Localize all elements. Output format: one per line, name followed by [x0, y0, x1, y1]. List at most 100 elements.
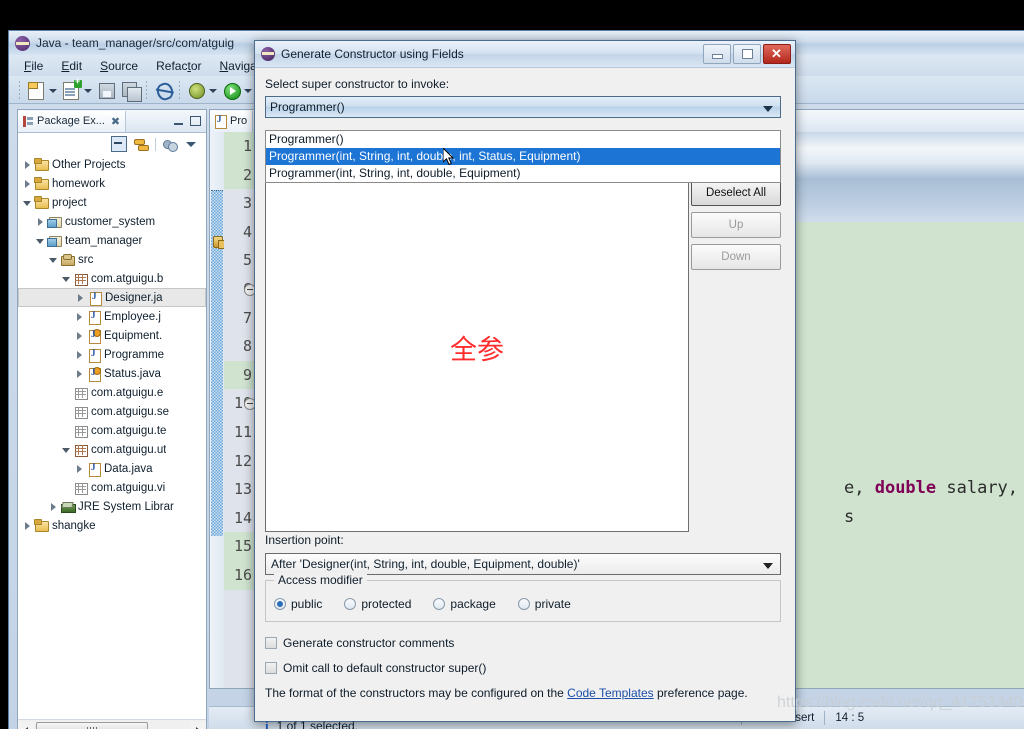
access-modifier-private[interactable]: private	[517, 597, 571, 611]
tree-twisty-open[interactable]	[35, 235, 47, 247]
deselect-all-button[interactable]: Deselect All	[691, 180, 781, 206]
menu-file[interactable]: File	[15, 57, 52, 75]
tree-item[interactable]: com.atguigu.vi	[18, 478, 206, 497]
tree-twisty-closed[interactable]	[75, 292, 87, 304]
menu-refactor[interactable]: Refactor	[147, 57, 210, 75]
tree-twisty-closed[interactable]	[74, 311, 86, 323]
tree-twisty-closed[interactable]	[48, 501, 60, 513]
dropdown-option[interactable]: Programmer(int, String, int, double, Equ…	[266, 165, 780, 182]
tree-item[interactable]: homework	[18, 174, 206, 193]
super-constructor-combo[interactable]: Programmer()	[265, 96, 781, 118]
tree-item[interactable]: project	[18, 193, 206, 212]
tree-twisty-closed[interactable]	[22, 159, 34, 171]
tree-item[interactable]: Status.java	[18, 364, 206, 383]
tree-item[interactable]: team_manager	[18, 231, 206, 250]
tree-item[interactable]: Other Projects	[18, 155, 206, 174]
generate-comments-checkbox[interactable]	[265, 637, 277, 649]
insertion-point-combo[interactable]: After 'Designer(int, String, int, double…	[265, 553, 781, 575]
tree-twisty-closed[interactable]	[74, 330, 86, 342]
tree-item[interactable]: Data.java	[18, 459, 206, 478]
tree-item[interactable]: Designer.ja	[18, 288, 206, 307]
run-dropdown-icon[interactable]	[243, 79, 252, 101]
tree-item[interactable]: customer_system	[18, 212, 206, 231]
tree-item-label: Employee.j	[104, 310, 161, 323]
tree-item[interactable]: com.atguigu.b	[18, 269, 206, 288]
toolbar-separator	[19, 80, 20, 99]
status-cursor-position: 14 : 5	[835, 712, 865, 724]
warning-marker-icon[interactable]	[211, 235, 225, 249]
dialog-title-bar: Generate Constructor using Fields	[255, 41, 795, 68]
tab-programmer-java[interactable]: Pro	[210, 110, 254, 132]
tree-item[interactable]: Programme	[18, 345, 206, 364]
access-modifier-public[interactable]: public	[274, 597, 322, 611]
tree-twisty-closed[interactable]	[22, 520, 34, 532]
collapse-all-icon[interactable]	[111, 136, 127, 152]
tree-twisty-closed[interactable]	[74, 349, 86, 361]
tab-package-explorer[interactable]: Package Ex... ✖	[18, 110, 127, 132]
debug-icon[interactable]	[185, 79, 207, 101]
tree-twisty-open[interactable]	[61, 444, 73, 456]
link-with-editor-icon[interactable]	[134, 137, 149, 151]
tree-item[interactable]: shangke	[18, 516, 206, 535]
new-java-class-icon[interactable]	[60, 76, 82, 101]
super-constructor-dropdown-list[interactable]: Programmer() Programmer(int, String, int,…	[265, 130, 781, 183]
minimize-view-icon[interactable]	[174, 117, 184, 126]
menu-edit[interactable]: Edit	[52, 57, 91, 75]
tree-twisty-open[interactable]	[22, 197, 34, 209]
editor-marker-bar[interactable]	[210, 132, 225, 688]
scroll-right-icon[interactable]	[190, 722, 206, 729]
tree-twisty-open[interactable]	[61, 273, 73, 285]
save-all-icon[interactable]	[119, 79, 142, 102]
access-modifier-package[interactable]: package	[433, 597, 496, 611]
tree-twisty-closed[interactable]	[22, 178, 34, 190]
scroll-left-icon[interactable]	[18, 722, 34, 729]
radio-protected[interactable]	[344, 598, 357, 610]
tree-item[interactable]: Employee.j	[18, 307, 206, 326]
tree-twisty-closed[interactable]	[74, 463, 86, 475]
radio-public[interactable]	[274, 598, 286, 610]
close-icon[interactable]	[763, 44, 791, 64]
view-menu-icon[interactable]	[184, 137, 198, 151]
debug-dropdown-icon[interactable]	[208, 79, 217, 101]
dropdown-option[interactable]: Programmer()	[266, 131, 780, 148]
omit-super-checkbox-row[interactable]: Omit call to default constructor super()	[265, 661, 486, 675]
package-explorer-horizontal-scrollbar[interactable]	[18, 719, 206, 729]
tree-item[interactable]: com.atguigu.e	[18, 383, 206, 402]
tree-item[interactable]: JRE System Librar	[18, 497, 206, 516]
tree-item-label: src	[78, 253, 94, 266]
close-icon[interactable]: ✖	[111, 115, 120, 128]
tree-twisty-closed[interactable]	[74, 368, 86, 380]
menu-source[interactable]: Source	[91, 57, 147, 75]
tree-item[interactable]: com.atguigu.te	[18, 421, 206, 440]
tree-item[interactable]: Equipment.	[18, 326, 206, 345]
tree-item-label: com.atguigu.b	[91, 272, 164, 285]
new-wizard-icon[interactable]	[25, 79, 47, 101]
generate-comments-checkbox-row[interactable]: Generate constructor comments	[265, 636, 454, 650]
tree-twisty-open[interactable]	[48, 254, 60, 266]
tree-item[interactable]: src	[18, 250, 206, 269]
access-modifier-protected[interactable]: protected	[344, 597, 411, 611]
view-menu-group-icon[interactable]	[163, 137, 178, 152]
scrollbar-thumb[interactable]	[36, 722, 148, 729]
save-icon[interactable]	[95, 79, 117, 101]
tree-item[interactable]: com.atguigu.ut	[18, 440, 206, 459]
code-templates-link[interactable]: Code Templates	[567, 686, 654, 700]
dropdown-option[interactable]: Programmer(int, String, int, double, int…	[266, 148, 780, 165]
tree-item[interactable]: com.atguigu.se	[18, 402, 206, 421]
omit-super-checkbox[interactable]	[265, 662, 277, 674]
tree-twisty-closed[interactable]	[35, 216, 47, 228]
new-java-class-dropdown-icon[interactable]	[83, 79, 92, 101]
toggle-edit-icon[interactable]	[152, 79, 176, 102]
radio-package[interactable]	[433, 598, 446, 610]
minimize-icon[interactable]	[703, 44, 731, 64]
insertion-point-value: After 'Designer(int, String, int, double…	[271, 557, 580, 571]
chevron-down-icon	[763, 106, 773, 112]
fields-list[interactable]: 全参	[265, 162, 689, 532]
run-icon[interactable]	[220, 79, 242, 101]
package-explorer-tree[interactable]: Other Projects homework project customer_sy…	[18, 155, 206, 719]
maximize-icon[interactable]	[733, 44, 761, 64]
radio-private[interactable]	[517, 598, 530, 610]
maximize-view-icon[interactable]	[190, 116, 201, 126]
project-closed-icon	[34, 157, 49, 172]
new-wizard-dropdown-icon[interactable]	[48, 79, 57, 101]
